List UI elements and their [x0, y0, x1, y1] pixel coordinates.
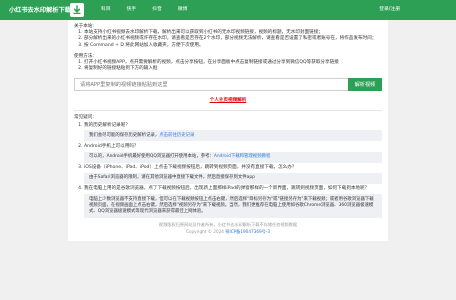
- main-content: 关于本站: 本站支持小红书视频去水印解析下载，解析出来可以获取到小红书的无水印视…: [68, 20, 388, 242]
- nav-item-3[interactable]: 抖音: [152, 7, 162, 13]
- faq-answer-text: 我们会尽可能的保存历史解析记录，: [89, 132, 160, 138]
- faq-answer: 电脑上少数浏览器不支持直接下载，但可以在下载视频按钮上点击右键，然后选择"目标另…: [84, 194, 382, 219]
- faq-item: 我的历史解析记录呢？ 我们会尽可能的保存历史解析记录，点击前往历史记录: [84, 123, 382, 142]
- faq-question: Android手机上可以用吗？: [84, 143, 139, 149]
- faq-section: 常见疑问: 我的历史解析记录呢？ 我们会尽可能的保存历史解析记录，点击前往历史记…: [74, 115, 382, 219]
- faq-question: 我的历史解析记录呢？: [84, 122, 130, 128]
- search-bar: 解析视频: [74, 78, 382, 92]
- android-tutorial-link[interactable]: Android下载和管理视频教程: [214, 154, 271, 159]
- divider: [74, 109, 382, 111]
- faq-item: Android手机上可以用吗？ 可以的，Android手机最好使用QQ浏览器打开…: [84, 144, 382, 163]
- faq-answer: 我们会尽可能的保存历史解析记录，点击前往历史记录: [84, 130, 382, 142]
- footer-copyright: Copyright © 2024 鄂ICP备19047369号-3: [74, 229, 382, 235]
- faq-title: 常见疑问:: [74, 114, 94, 120]
- footer-disclaimer: 视频版权归原网站及作者所有，小红书去水印解析下载不存储任何视频数据: [158, 222, 298, 228]
- faq-item: iOS设备（iPhone、iPad、iPod）上点击下载视频按钮后，跳转到视频页…: [84, 165, 382, 184]
- intro-item: 按 Command + D 将此网站加入收藏夹，方便下次使用。: [84, 43, 382, 49]
- copyright-text: Copyright © 2024: [185, 228, 224, 234]
- parse-video-button[interactable]: 解析视频: [348, 78, 382, 92]
- intro-section: 关于本站: 本站支持小红书视频去水印解析下载，解析出来可以获取到小红书的无水印视…: [74, 24, 382, 72]
- main-nav: 科目 快手 抖音 微博: [101, 7, 187, 13]
- login-link[interactable]: 登录/注册: [379, 7, 400, 13]
- video-link-input[interactable]: [74, 78, 348, 92]
- nav-item-1[interactable]: 科目: [101, 7, 111, 13]
- faq-answer-text: 电脑上少数浏览器不支持直接下载，但可以在下载视频按钮上点击右键，然后选择"目标另…: [89, 196, 374, 215]
- faq-answer-text: 可以的，Android手机最好使用QQ浏览器打开使用本站，参考：: [89, 154, 214, 160]
- history-link[interactable]: 点击前往历史记录: [159, 133, 194, 138]
- profile-parse-link[interactable]: 个人主页视频解析: [210, 98, 247, 103]
- faq-question: 我在电脑上用的是谷歌浏览器，点了下载视频按钮后，出现新上面那样iPad的弹窗那样…: [84, 186, 370, 192]
- tutorial-row: 个人主页视频解析: [74, 98, 382, 104]
- site-title[interactable]: 小红书去水印解析下载: [9, 7, 71, 15]
- usage-item: 将复制好的链接粘贴到下方的输入框: [84, 66, 382, 72]
- logo[interactable]: [70, 3, 84, 17]
- download-arrow-icon: [73, 5, 81, 15]
- intro-item: 部分解析出来的小红书视频或许存在水印，请查看是否存在2个水印，部分视频无法解析，…: [84, 36, 382, 42]
- faq-answer: 可以的，Android手机最好使用QQ浏览器打开使用本站，参考：Android下…: [84, 151, 382, 163]
- footer: 视频版权归原网站及作者所有，小红书去水印解析下载不存储任何视频数据 Copyri…: [74, 222, 382, 234]
- faq-answer-text: 由于Safari浏览器的限制，请在其他浏览器中直接下载文件，然后直接保存到文件a…: [89, 175, 255, 181]
- faq-item: 我在电脑上用的是谷歌浏览器，点了下载视频按钮后，出现新上面那样iPad的弹窗那样…: [84, 186, 382, 219]
- icp-link[interactable]: 鄂ICP备19047369号-3: [225, 229, 270, 234]
- faq-question: iOS设备（iPhone、iPad、iPod）上点击下载视频按钮后，跳转到视频页…: [84, 165, 297, 171]
- top-navigation-bar: 小红书去水印解析下载 科目 快手 抖音 微博 登录/注册: [0, 0, 456, 20]
- faq-answer: 由于Safari浏览器的限制，请在其他浏览器中直接下载文件，然后直接保存到文件a…: [84, 172, 382, 184]
- nav-item-2[interactable]: 快手: [127, 7, 137, 13]
- nav-item-4[interactable]: 微博: [178, 7, 188, 13]
